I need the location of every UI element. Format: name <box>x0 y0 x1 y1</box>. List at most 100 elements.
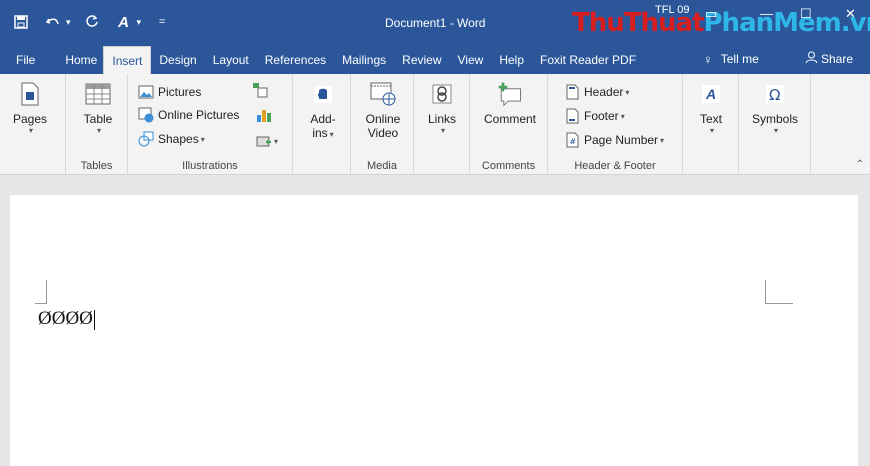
comment-button[interactable]: Comment <box>478 80 542 126</box>
share-button[interactable]: Share <box>805 44 853 74</box>
symbols-dropdown-icon: ▾ <box>773 126 778 135</box>
ribbon-display-options-icon[interactable]: ▭ <box>705 6 717 22</box>
online-pictures-button[interactable]: Online Pictures <box>138 107 239 123</box>
header-icon <box>564 84 580 100</box>
document-title: Document1 - Word <box>385 16 486 30</box>
minimize-button[interactable]: — <box>760 6 773 21</box>
header-button[interactable]: Header ▾ <box>564 84 629 100</box>
tab-view[interactable]: View <box>450 46 492 74</box>
tab-help[interactable]: Help <box>491 46 532 74</box>
text-dropdown-icon: ▾ <box>709 126 714 135</box>
restore-button[interactable]: ☐ <box>800 6 812 22</box>
margin-marker-top-right <box>765 280 793 304</box>
tell-me-label: Tell me <box>720 52 759 66</box>
page-number-dropdown-icon: ▾ <box>660 135 665 145</box>
tab-layout[interactable]: Layout <box>205 46 257 74</box>
group-illustrations: Pictures Online Pictures Shapes ▾ ▾ Illu… <box>128 74 293 175</box>
ruler-area <box>0 175 870 195</box>
links-dropdown-icon: ▾ <box>440 126 445 135</box>
table-dropdown-icon: ▾ <box>96 126 101 135</box>
svg-text:#: # <box>569 137 576 146</box>
new-comment-icon <box>496 80 524 108</box>
ribbon-insert: Pages ▾ Table ▾ Tables Pictures Online P… <box>0 74 870 175</box>
tab-design[interactable]: Design <box>151 46 204 74</box>
undo-icon[interactable] <box>42 11 64 33</box>
pictures-button[interactable]: Pictures <box>138 84 201 100</box>
text-cursor <box>93 309 95 330</box>
footer-dropdown-icon: ▾ <box>620 111 625 121</box>
smartart-icon[interactable] <box>252 82 268 98</box>
group-text: A Text ▾ <box>683 74 739 175</box>
svg-text:Ω: Ω <box>769 86 780 104</box>
vertical-scrollbar[interactable] <box>858 195 870 466</box>
tab-references[interactable]: References <box>257 46 334 74</box>
lightbulb-icon: ♀ <box>703 51 713 67</box>
person-icon <box>805 51 818 67</box>
text-format-icon[interactable]: A <box>113 11 135 33</box>
table-button[interactable]: Table ▾ <box>76 80 120 135</box>
footer-button[interactable]: Footer ▾ <box>564 108 625 124</box>
tab-home[interactable]: Home <box>49 46 103 74</box>
group-media: Online Video Media <box>351 74 414 175</box>
tab-insert[interactable]: Insert <box>103 46 152 74</box>
group-tables: Table ▾ Tables <box>66 74 128 175</box>
comments-group-label: Comments <box>481 160 536 172</box>
illustrations-group-label: Illustrations <box>182 160 238 172</box>
footer-icon <box>564 108 580 124</box>
group-symbols: Ω Symbols ▾ <box>739 74 811 175</box>
online-video-button[interactable]: Online Video <box>359 80 407 140</box>
add-ins-button[interactable]: Add- ins ▾ <box>303 80 343 140</box>
pages-icon <box>16 80 44 108</box>
group-addins: Add- ins ▾ <box>293 74 351 175</box>
pages-dropdown-icon: ▾ <box>28 126 33 135</box>
quick-access-toolbar: ▾ A ▾ = <box>0 0 173 44</box>
customize-qat-icon[interactable]: = <box>151 11 173 33</box>
link-icon <box>428 80 456 108</box>
chart-icon[interactable] <box>256 107 272 123</box>
group-links: Links ▾ <box>414 74 470 175</box>
format-dropdown-icon[interactable]: ▾ <box>137 17 142 28</box>
tables-group-label: Tables <box>80 160 113 172</box>
text-button[interactable]: A Text ▾ <box>691 80 731 135</box>
document-body[interactable]: ØØØØ <box>38 308 95 330</box>
pictures-icon <box>138 84 154 100</box>
tell-me-box[interactable]: ♀ Tell me <box>703 44 759 74</box>
tab-review[interactable]: Review <box>394 46 449 74</box>
screenshot-icon[interactable]: ▾ <box>252 133 282 149</box>
share-label: Share <box>821 52 854 66</box>
close-button[interactable]: ✕ <box>845 6 856 22</box>
group-comments: Comment Comments <box>470 74 548 175</box>
header-footer-group-label: Header & Footer <box>574 160 656 172</box>
undo-dropdown-icon[interactable]: ▾ <box>66 17 71 28</box>
shapes-icon <box>138 131 154 147</box>
page-number-button[interactable]: # Page Number ▾ <box>564 132 664 148</box>
redo-icon[interactable] <box>81 11 103 33</box>
watermark-logo: ThuThuatPhanMem.vn <box>572 8 870 38</box>
save-icon[interactable] <box>10 11 32 33</box>
group-header-footer: Header ▾ Footer ▾ # Page Number ▾ Header… <box>548 74 683 175</box>
collapse-ribbon-icon[interactable]: ⌃ <box>856 159 864 170</box>
tab-file[interactable]: File <box>0 46 49 74</box>
online-pictures-icon <box>138 107 154 123</box>
tab-mailings[interactable]: Mailings <box>334 46 394 74</box>
account-label[interactable]: TFL 09 <box>655 4 689 16</box>
omega-icon: Ω <box>761 80 789 108</box>
page-number-icon: # <box>564 132 580 148</box>
shapes-button[interactable]: Shapes ▾ <box>138 131 205 147</box>
group-pages: Pages ▾ <box>0 74 66 175</box>
store-icon <box>309 80 337 108</box>
document-text: ØØØØ <box>38 308 93 329</box>
media-group-label: Media <box>367 160 397 172</box>
symbols-button[interactable]: Ω Symbols ▾ <box>747 80 803 135</box>
title-bar: ▾ A ▾ = Document1 - Word ThuThuatPhanMem… <box>0 0 870 44</box>
margin-marker-top-left <box>35 280 47 304</box>
tab-foxit-reader-pdf[interactable]: Foxit Reader PDF <box>532 46 644 74</box>
online-video-icon <box>369 80 397 108</box>
header-dropdown-icon: ▾ <box>625 87 630 97</box>
document-page[interactable]: ØØØØ <box>10 195 858 466</box>
svg-text:A: A <box>705 86 716 102</box>
pages-button[interactable]: Pages ▾ <box>10 80 50 135</box>
shapes-dropdown-icon: ▾ <box>200 134 205 144</box>
links-button[interactable]: Links ▾ <box>422 80 462 135</box>
table-icon <box>84 80 112 108</box>
